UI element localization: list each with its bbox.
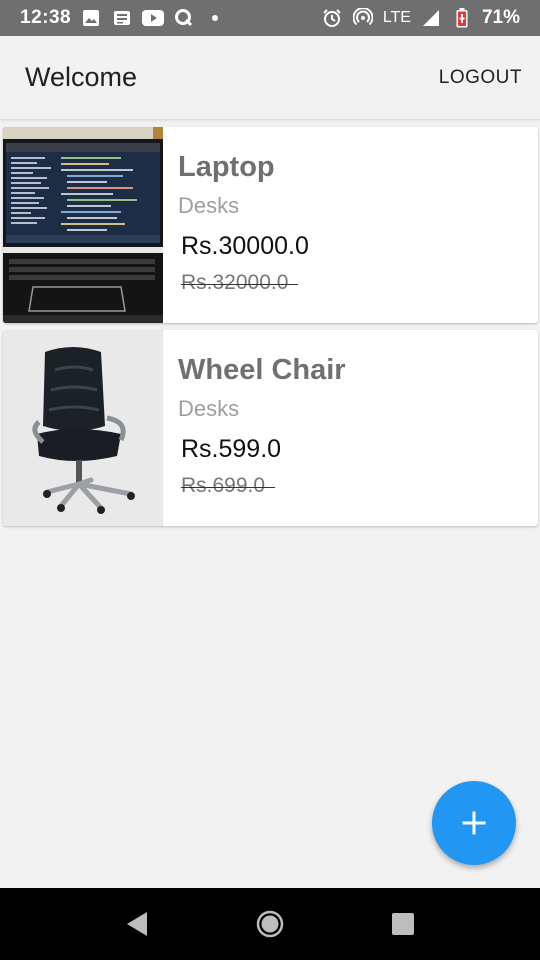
system-nav-bar: [0, 888, 540, 960]
strikethrough-line: [181, 487, 276, 489]
product-details: Laptop Desks Rs.30000.0 Rs.32000.0: [163, 127, 309, 323]
network-type: LTE: [382, 9, 411, 26]
alarm-icon: [321, 7, 343, 29]
product-price: Rs.30000.0: [181, 232, 309, 260]
page-title: Welcome: [25, 62, 138, 92]
product-old-price: Rs.699.0: [178, 474, 276, 498]
back-icon: [126, 912, 147, 936]
product-list: Laptop Desks Rs.30000.0 Rs.32000.0 Wheel…: [3, 127, 538, 533]
product-category: Desks: [178, 396, 240, 421]
battery-level: 71%: [481, 7, 520, 28]
battery-icon: [451, 7, 473, 29]
home-icon: [256, 910, 284, 938]
status-right: LTE 71%: [321, 7, 520, 29]
hotspot-icon: [352, 7, 374, 29]
product-name: Laptop: [178, 151, 275, 183]
product-old-price-text: Rs.32000.0: [181, 271, 289, 294]
strikethrough-line: [181, 284, 299, 286]
product-card[interactable]: Laptop Desks Rs.30000.0 Rs.32000.0: [3, 127, 538, 323]
q-icon: [173, 7, 195, 29]
logout-button[interactable]: LOGOUT: [439, 67, 522, 89]
recents-button[interactable]: [383, 904, 423, 944]
back-button[interactable]: [117, 904, 157, 944]
product-image-chair: [3, 330, 163, 526]
product-image-laptop: [3, 127, 163, 323]
recents-icon: [392, 913, 415, 935]
status-time: 12:38: [20, 7, 72, 28]
home-button[interactable]: [250, 904, 290, 944]
product-price: Rs.599.0: [181, 435, 282, 463]
app-bar: Welcome LOGOUT: [0, 36, 540, 120]
gallery-icon: [80, 7, 102, 29]
news-icon: [111, 7, 133, 29]
product-old-price: Rs.32000.0: [178, 271, 299, 295]
signal-icon: [420, 7, 442, 29]
plus-icon: [462, 811, 486, 835]
status-bar: 12:38 LTE 71%: [0, 0, 540, 36]
product-name: Wheel Chair: [178, 354, 346, 386]
product-details: Wheel Chair Desks Rs.599.0 Rs.699.0: [163, 330, 346, 526]
product-card[interactable]: Wheel Chair Desks Rs.599.0 Rs.699.0: [3, 330, 538, 526]
dot-icon: [204, 7, 226, 29]
add-product-button[interactable]: [432, 781, 516, 865]
product-old-price-text: Rs.699.0: [181, 474, 266, 497]
product-category: Desks: [178, 193, 240, 218]
status-left: 12:38: [20, 7, 226, 29]
youtube-icon: [142, 7, 165, 29]
